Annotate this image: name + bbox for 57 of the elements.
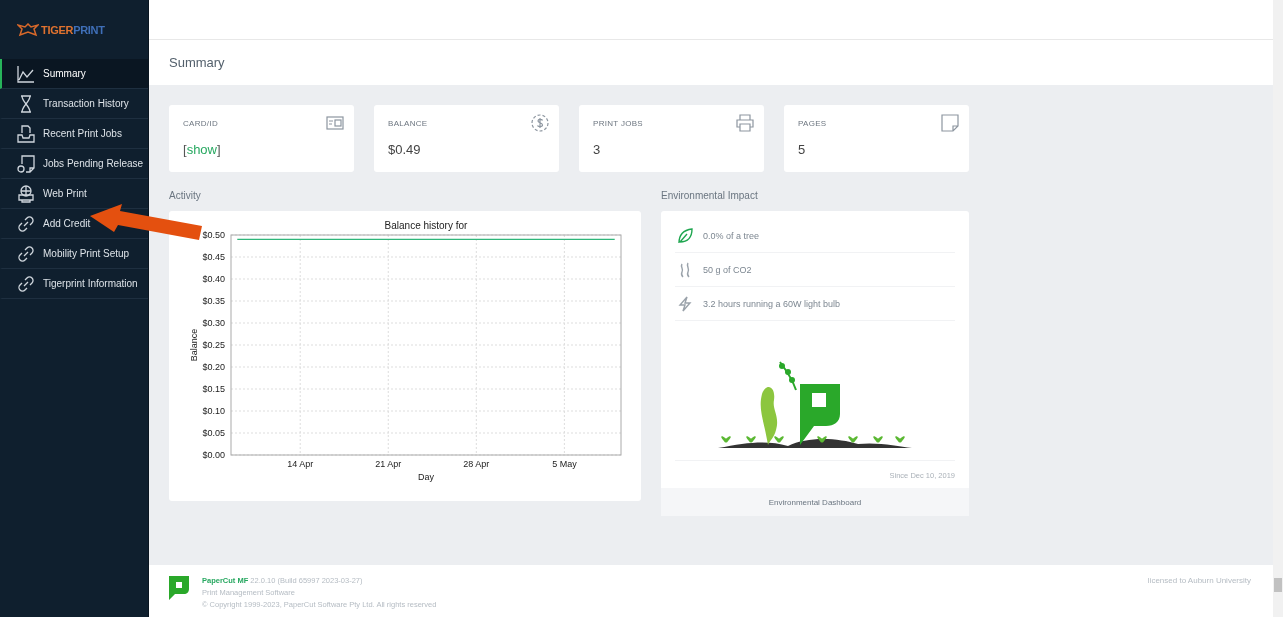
sidebar-item[interactable]: Mobility Print Setup <box>0 239 148 269</box>
link-icon <box>17 244 35 263</box>
stat-value: 3 <box>593 142 602 157</box>
y-axis-label: Balance <box>189 328 199 362</box>
sidebar-item[interactable]: Recent Print Jobs <box>0 119 148 149</box>
x-tick-label: 5 May <box>552 459 577 469</box>
y-tick-label: $0.05 <box>202 428 225 438</box>
bracket-mark: [ <box>183 142 187 157</box>
stat-value: 5 <box>798 142 807 157</box>
dollar-coin-icon <box>531 114 549 132</box>
line-chart-icon <box>17 64 35 83</box>
link-icon <box>17 274 35 293</box>
inbox-tray-icon <box>17 124 35 143</box>
y-tick-label: $0.00 <box>202 450 225 460</box>
y-tick-label: $0.45 <box>202 252 225 262</box>
stat-label: BALANCE <box>388 119 429 128</box>
stat-label: PRINT JOBS <box>593 119 644 128</box>
brand-name: TIGERPRINT <box>41 23 105 36</box>
stat-label: PAGES <box>798 119 828 128</box>
document-clock-icon <box>17 154 35 173</box>
y-tick-label: $0.40 <box>202 274 225 284</box>
printer-icon <box>736 114 754 132</box>
bracket-mark: ] <box>217 142 221 157</box>
sidebar-item[interactable]: Jobs Pending Release <box>0 149 148 179</box>
globe-printer-icon <box>17 184 35 203</box>
id-card-icon <box>326 114 344 132</box>
y-tick-label: $0.15 <box>202 384 225 394</box>
y-tick-label: $0.20 <box>202 362 225 372</box>
page-icon <box>941 114 959 132</box>
link-icon <box>17 214 35 233</box>
y-tick-label: $0.35 <box>202 296 225 306</box>
sidebar-item[interactable]: Tigerprint Information <box>0 269 148 299</box>
scrollbar[interactable] <box>1273 0 1283 617</box>
y-tick-label: $0.10 <box>202 406 225 416</box>
x-tick-label: 14 Apr <box>287 459 314 469</box>
x-tick-label: 28 Apr <box>463 459 490 469</box>
chart-title: Balance history for <box>384 220 468 231</box>
lightning-icon <box>677 295 693 312</box>
impact-text: 3.2 hours running a 60W light bulb <box>703 298 841 309</box>
y-tick-label: $0.50 <box>202 230 225 240</box>
x-tick-label: 21 Apr <box>375 459 402 469</box>
sidebar-item[interactable]: Summary <box>0 59 148 89</box>
x-axis-label: Day <box>418 472 434 482</box>
y-tick-label: $0.25 <box>202 340 225 350</box>
impact-text: 50 g of CO2 <box>703 264 752 275</box>
leaf-icon <box>677 227 693 244</box>
impact-text: 0.0% of a tree <box>703 230 760 241</box>
section-heading: Activity <box>169 190 202 201</box>
stat-value: $0.49 <box>388 142 422 157</box>
papercut-logo-icon <box>169 576 189 600</box>
license-text: licensed to Auburn University <box>1147 576 1251 585</box>
section-heading: Environmental Impact <box>661 190 759 201</box>
y-tick-label: $0.30 <box>202 318 225 328</box>
sidebar-item[interactable]: Transaction History <box>0 89 148 119</box>
environmental-dashboard-link[interactable]: Environmental Dashboard <box>661 488 969 516</box>
stat-label: CARD/ID <box>183 119 219 128</box>
page-title: Summary <box>169 55 225 70</box>
